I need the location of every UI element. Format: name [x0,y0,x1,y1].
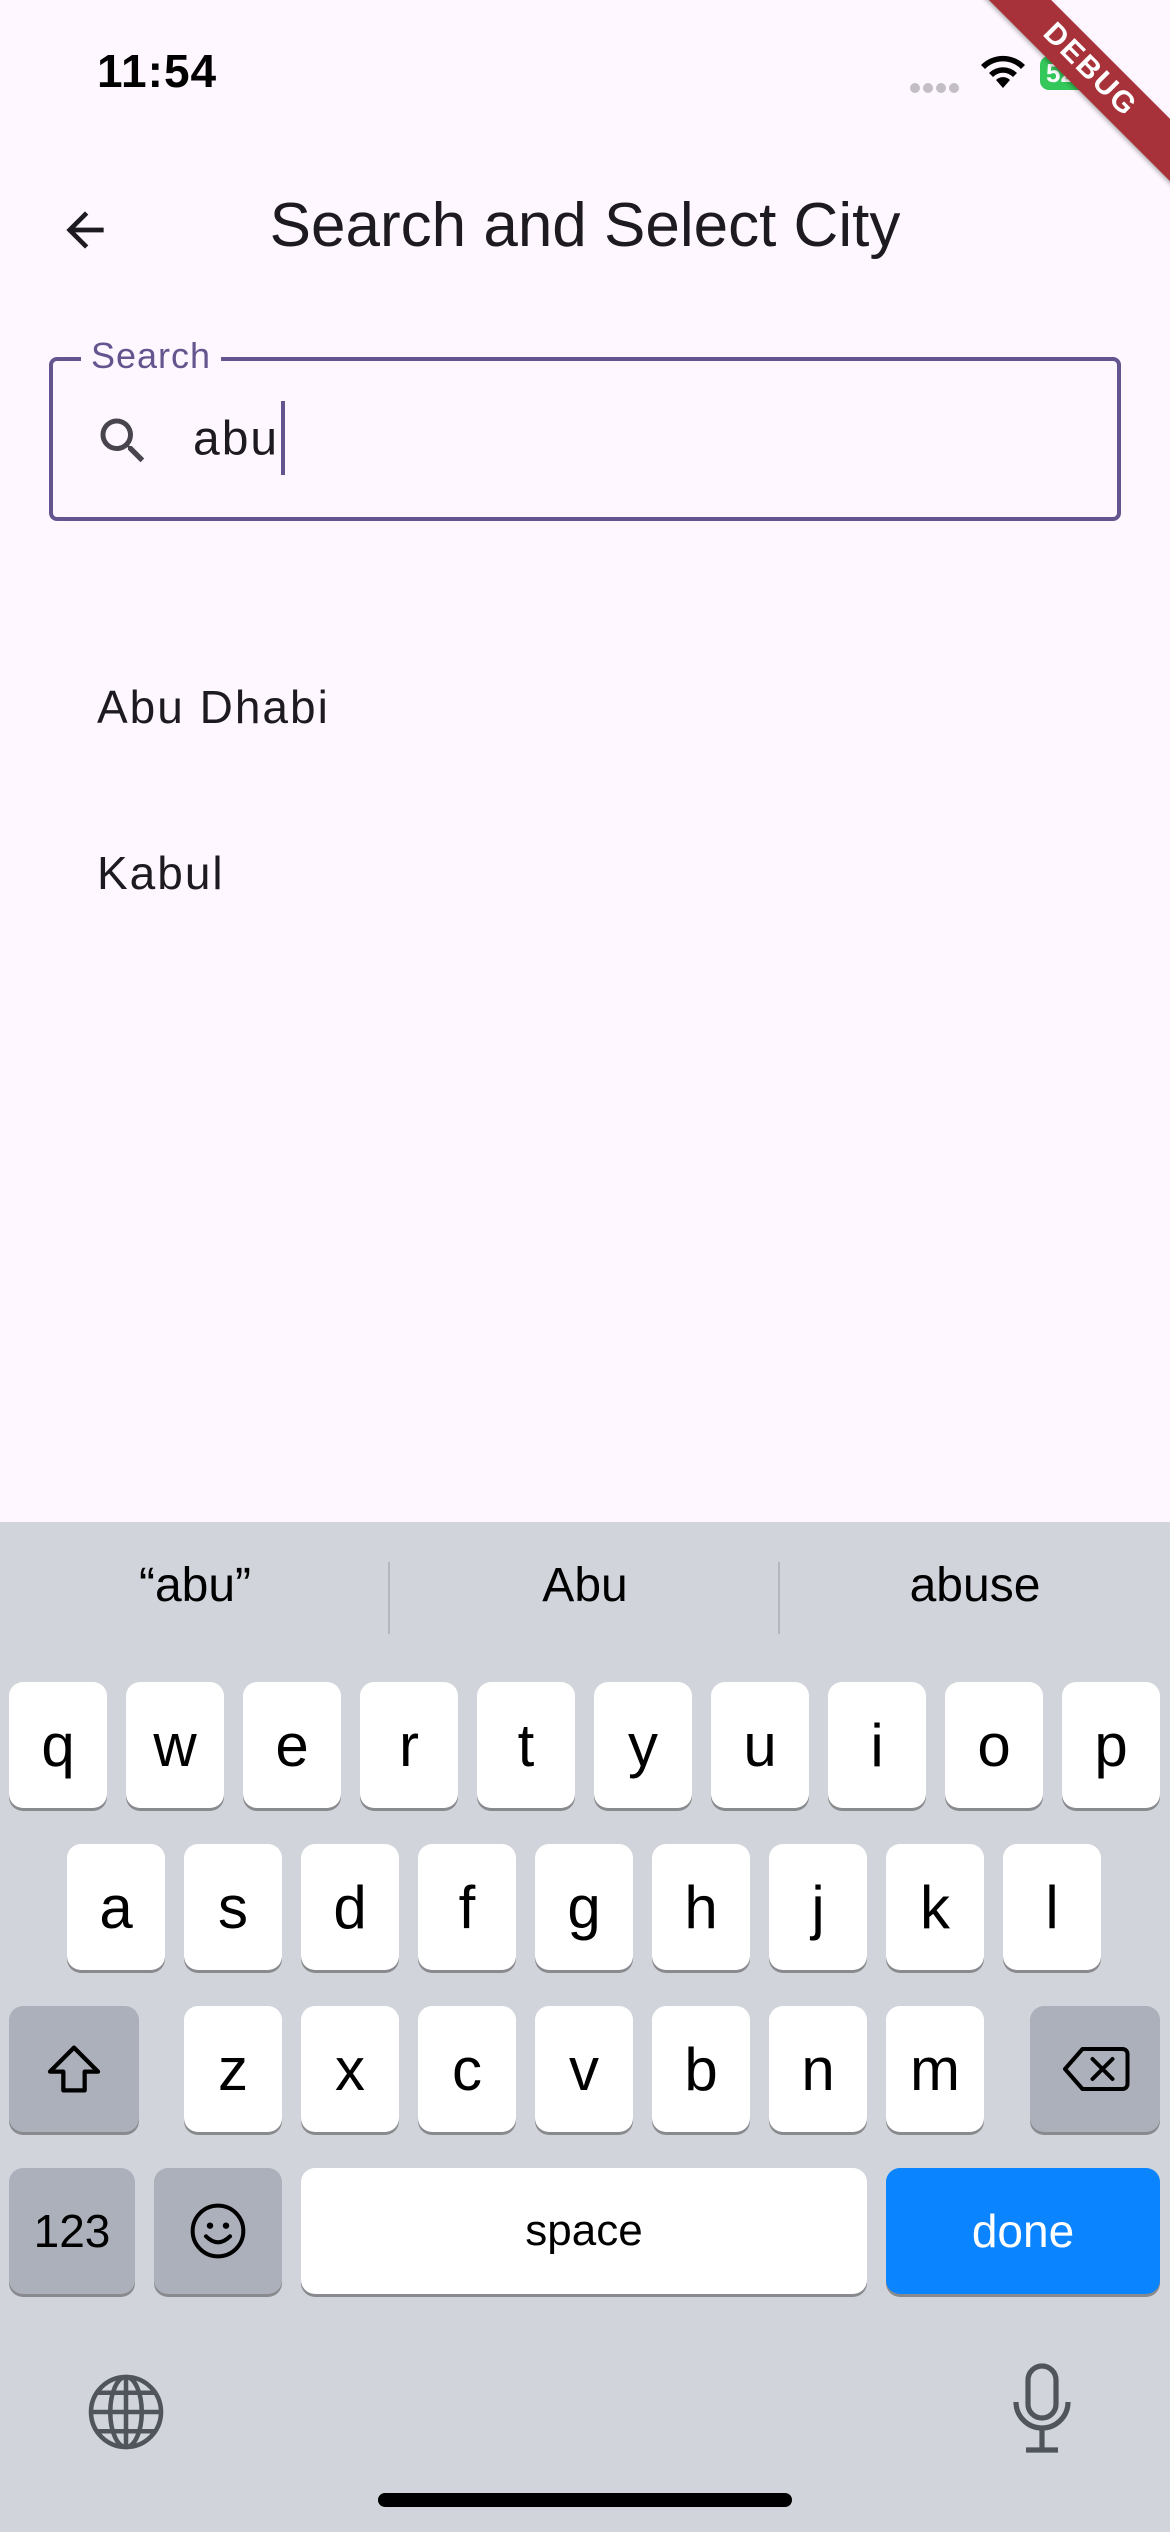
key-b[interactable]: b [652,2006,750,2132]
wifi-icon [978,50,1028,95]
key-y[interactable]: y [594,1682,692,1808]
shift-key[interactable] [9,2006,139,2132]
key-j[interactable]: j [769,1844,867,1970]
key-t[interactable]: t [477,1682,575,1808]
suggestion-item[interactable]: abuse [780,1558,1170,1613]
key-s[interactable]: s [184,1844,282,1970]
key-q[interactable]: q [9,1682,107,1808]
page-title: Search and Select City [269,191,901,260]
search-value: abu [193,401,286,475]
search-input[interactable]: Search abu [49,335,1121,521]
globe-icon[interactable] [84,2370,168,2459]
signal-icon [910,80,962,98]
search-icon [93,411,153,476]
text-caret [281,401,286,475]
key-u[interactable]: u [711,1682,809,1808]
key-k[interactable]: k [886,1844,984,1970]
status-bar: 11:54 52 DEBUG [0,0,1170,199]
suggestion-item[interactable]: “abu” [0,1558,390,1613]
key-e[interactable]: e [243,1682,341,1808]
key-v[interactable]: v [535,2006,633,2132]
key-w[interactable]: w [126,1682,224,1808]
status-time: 11:54 [97,45,218,97]
backspace-icon [1063,2047,1130,2091]
key-x[interactable]: x [301,2006,399,2132]
numbers-key[interactable]: 123 [9,2168,135,2294]
search-label: Search [81,335,222,377]
emoji-icon [190,2203,246,2259]
key-r[interactable]: r [360,1682,458,1808]
key-p[interactable]: p [1062,1682,1160,1808]
key-o[interactable]: o [945,1682,1043,1808]
suggestion-item[interactable]: Abu [390,1558,780,1613]
app-bar: Search and Select City [0,160,1170,290]
list-item[interactable]: Abu Dhabi [0,632,1170,782]
list-item[interactable]: Kabul [0,798,1170,948]
microphone-icon[interactable] [1010,2362,1074,2463]
key-m[interactable]: m [886,2006,984,2132]
key-c[interactable]: c [418,2006,516,2132]
key-h[interactable]: h [652,1844,750,1970]
key-i[interactable]: i [828,1682,926,1808]
home-indicator [378,2493,792,2507]
done-key[interactable]: done [886,2168,1160,2294]
backspace-key[interactable] [1030,2006,1160,2132]
keyboard: “abu” Abu abuse q w e r t y u i o p a s … [0,1522,1170,2532]
shift-icon [47,2045,101,2093]
search-text: abu [193,412,280,466]
city-label: Abu Dhabi [97,681,330,733]
space-key[interactable]: space [301,2168,867,2294]
key-l[interactable]: l [1003,1844,1101,1970]
key-f[interactable]: f [418,1844,516,1970]
suggestion-bar: “abu” Abu abuse [0,1522,1170,1672]
key-n[interactable]: n [769,2006,867,2132]
city-label: Kabul [97,847,225,899]
emoji-key[interactable] [154,2168,282,2294]
key-a[interactable]: a [67,1844,165,1970]
key-z[interactable]: z [184,2006,282,2132]
key-d[interactable]: d [301,1844,399,1970]
key-g[interactable]: g [535,1844,633,1970]
